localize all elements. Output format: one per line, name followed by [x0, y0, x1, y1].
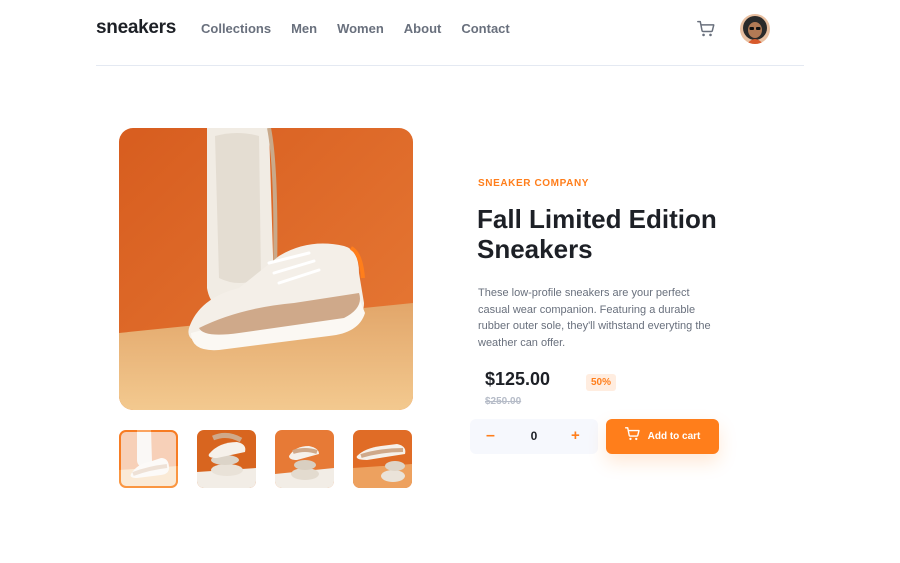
- nav-contact[interactable]: Contact: [461, 21, 509, 36]
- add-to-cart-label: Add to cart: [647, 431, 701, 442]
- current-price: $125.00: [485, 369, 551, 389]
- thumbnail-3[interactable]: [275, 430, 334, 488]
- site-header: sneakers Collections Men Women About Con…: [96, 0, 804, 66]
- original-price: $250.00: [485, 396, 522, 407]
- logo[interactable]: sneakers: [96, 17, 176, 39]
- product-title: Fall Limited Edition Sneakers: [477, 204, 717, 264]
- user-avatar[interactable]: [740, 14, 770, 44]
- thumbnail-4[interactable]: [353, 430, 412, 488]
- thumbnail-2[interactable]: [197, 430, 256, 488]
- product-description: These low-profile sneakers are your perf…: [478, 287, 711, 349]
- product-main-image[interactable]: [119, 128, 413, 410]
- nav-women[interactable]: Women: [337, 21, 384, 36]
- quantity-stepper: – 0 +: [470, 419, 598, 454]
- nav-men[interactable]: Men: [291, 21, 317, 36]
- cart-icon: [624, 427, 640, 446]
- cart-icon[interactable]: [697, 20, 715, 38]
- company-label: SNEAKER COMPANY: [478, 178, 590, 189]
- thumbnail-strip: [119, 430, 412, 488]
- increase-quantity-button[interactable]: +: [571, 427, 580, 444]
- add-to-cart-button[interactable]: Add to cart: [606, 419, 719, 454]
- thumbnail-1[interactable]: [119, 430, 178, 488]
- main-nav: Collections Men Women About Contact: [201, 21, 510, 36]
- nav-collections[interactable]: Collections: [201, 21, 271, 36]
- nav-about[interactable]: About: [404, 21, 442, 36]
- discount-badge: 50%: [586, 374, 617, 391]
